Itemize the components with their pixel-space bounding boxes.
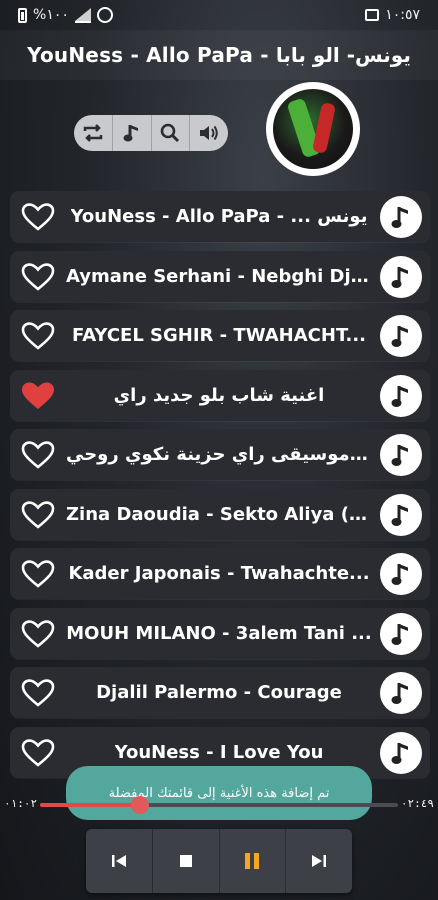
controls-toolbar bbox=[74, 115, 228, 151]
play-song-button[interactable] bbox=[380, 731, 422, 774]
favorite-heart-icon[interactable] bbox=[19, 497, 57, 533]
playlist-button[interactable] bbox=[113, 115, 152, 151]
song-title: Aymane Serhani - Nebghi Dji... bbox=[66, 251, 372, 302]
song-row[interactable]: YouNess - Allo PaPa - ... يونس bbox=[10, 191, 430, 242]
repeat-button[interactable] bbox=[74, 115, 113, 151]
song-row[interactable]: MOUH MILANO - 3alem Tani ... bbox=[10, 607, 430, 659]
song-row[interactable]: Kader Japonais - Twahachte... bbox=[10, 548, 430, 599]
music-note-icon bbox=[391, 623, 408, 645]
logo-artwork bbox=[273, 89, 353, 169]
toast-message: تم إضافة هذه الأغنية إلى قائمتك المفضلة bbox=[66, 766, 372, 820]
song-row[interactable]: Djalil Palermo - Courage bbox=[10, 667, 430, 718]
favorite-heart-icon[interactable] bbox=[19, 437, 57, 473]
music-note-icon bbox=[391, 683, 408, 704]
alarm-icon bbox=[96, 7, 113, 23]
playback-controls bbox=[86, 829, 352, 893]
song-row[interactable]: موسيقى راي حزينة نكوي روحي - ... bbox=[10, 429, 430, 480]
music-note-icon bbox=[391, 564, 408, 585]
total-duration: ٠٢:٤٩ bbox=[400, 797, 434, 810]
status-left: %١٠٠ bbox=[18, 7, 113, 23]
song-title: Kader Japonais - Twahachte... bbox=[66, 548, 372, 599]
song-title: MOUH MILANO - 3alem Tani ... bbox=[66, 608, 372, 659]
seek-progress bbox=[40, 803, 141, 807]
song-title-text: FAYCEL SGHIR - TWAHACHT... bbox=[71, 325, 367, 346]
music-note-icon bbox=[391, 445, 408, 466]
play-song-button[interactable] bbox=[380, 255, 422, 298]
play-song-button[interactable] bbox=[380, 672, 422, 714]
song-row[interactable]: Aymane Serhani - Nebghi Dji... bbox=[10, 250, 430, 302]
play-song-button[interactable] bbox=[380, 553, 422, 595]
song-title: موسيقى راي حزينة نكوي روحي - ... bbox=[66, 429, 372, 480]
song-title-text: Zina Daoudia - Sekto Aliya (2... bbox=[66, 503, 372, 525]
song-row[interactable]: FAYCEL SGHIR - TWAHACHT... bbox=[10, 310, 430, 361]
favorite-heart-filled-icon[interactable] bbox=[19, 378, 57, 414]
song-title-text: Aymane Serhani - Nebghi Dji... bbox=[66, 265, 372, 287]
next-icon bbox=[312, 855, 327, 867]
status-bar: %١٠٠ ١٠:٥٧ bbox=[0, 0, 438, 30]
song-title-text: YouNess - Allo PaPa - ... يونس bbox=[70, 206, 368, 227]
song-title-text: Kader Japonais - Twahachte... bbox=[68, 563, 370, 584]
favorite-heart-icon[interactable] bbox=[19, 318, 57, 354]
favorite-heart-icon[interactable] bbox=[19, 675, 57, 711]
elapsed-time: ٠١:٠٢ bbox=[4, 797, 38, 810]
now-playing-title: YouNess - Allo PaPa - يونس- الو بابا bbox=[0, 30, 438, 80]
search-button[interactable] bbox=[152, 115, 191, 151]
music-note-icon bbox=[123, 125, 138, 142]
song-title: FAYCEL SGHIR - TWAHACHT... bbox=[66, 310, 372, 361]
music-note-icon bbox=[391, 266, 408, 288]
song-title-text: MOUH MILANO - 3alem Tani ... bbox=[66, 622, 372, 644]
song-title-text: YouNess - I Love You bbox=[114, 741, 324, 763]
repeat-icon bbox=[83, 124, 103, 142]
previous-icon bbox=[111, 855, 126, 867]
favorite-heart-icon[interactable] bbox=[19, 556, 57, 592]
battery-level: %١٠٠ bbox=[33, 7, 69, 23]
play-song-button[interactable] bbox=[380, 315, 422, 357]
song-title-text: Djalil Palermo - Courage bbox=[96, 682, 342, 703]
music-note-icon bbox=[391, 385, 408, 407]
song-title: اغنية شاب بلو جديد راي bbox=[66, 370, 372, 421]
pause-icon bbox=[245, 853, 260, 869]
favorite-heart-icon[interactable] bbox=[19, 735, 57, 771]
search-icon bbox=[161, 123, 180, 143]
clock: ١٠:٥٧ bbox=[385, 7, 420, 23]
music-note-icon bbox=[391, 742, 408, 764]
status-right: ١٠:٥٧ bbox=[365, 7, 420, 23]
stop-icon bbox=[179, 855, 192, 867]
music-note-icon bbox=[391, 326, 408, 347]
song-list: YouNess - Allo PaPa - ... يونس Aymane Ser… bbox=[10, 191, 430, 786]
song-title: Zina Daoudia - Sekto Aliya (2... bbox=[66, 489, 372, 540]
song-title: YouNess - Allo PaPa - ... يونس bbox=[66, 191, 372, 242]
album-logo bbox=[266, 82, 360, 176]
song-row[interactable]: Zina Daoudia - Sekto Aliya (2... bbox=[10, 488, 430, 540]
pause-button[interactable] bbox=[220, 829, 287, 893]
volume-icon bbox=[200, 125, 218, 141]
signal-icon bbox=[74, 7, 91, 23]
play-song-button[interactable] bbox=[380, 612, 422, 655]
gallery-icon bbox=[365, 9, 380, 21]
play-song-button[interactable] bbox=[380, 493, 422, 536]
song-title-text: موسيقى راي حزينة نكوي روحي - ... bbox=[66, 444, 372, 465]
previous-button[interactable] bbox=[86, 829, 153, 893]
next-button[interactable] bbox=[286, 829, 352, 893]
favorite-heart-icon[interactable] bbox=[19, 616, 57, 652]
favorite-heart-icon[interactable] bbox=[19, 199, 57, 235]
song-title-text: اغنية شاب بلو جديد راي bbox=[113, 384, 325, 406]
battery-icon bbox=[18, 7, 27, 23]
stop-button[interactable] bbox=[153, 829, 220, 893]
song-row[interactable]: اغنية شاب بلو جديد راي bbox=[10, 369, 430, 421]
seek-bar[interactable] bbox=[40, 796, 398, 814]
play-song-button[interactable] bbox=[380, 434, 422, 476]
play-song-button[interactable] bbox=[380, 374, 422, 417]
song-title: Djalil Palermo - Courage bbox=[66, 667, 372, 718]
music-note-icon bbox=[391, 207, 408, 228]
music-note-icon bbox=[391, 504, 408, 526]
play-song-button[interactable] bbox=[380, 196, 422, 238]
favorite-heart-icon[interactable] bbox=[19, 259, 57, 295]
volume-button[interactable] bbox=[190, 115, 228, 151]
